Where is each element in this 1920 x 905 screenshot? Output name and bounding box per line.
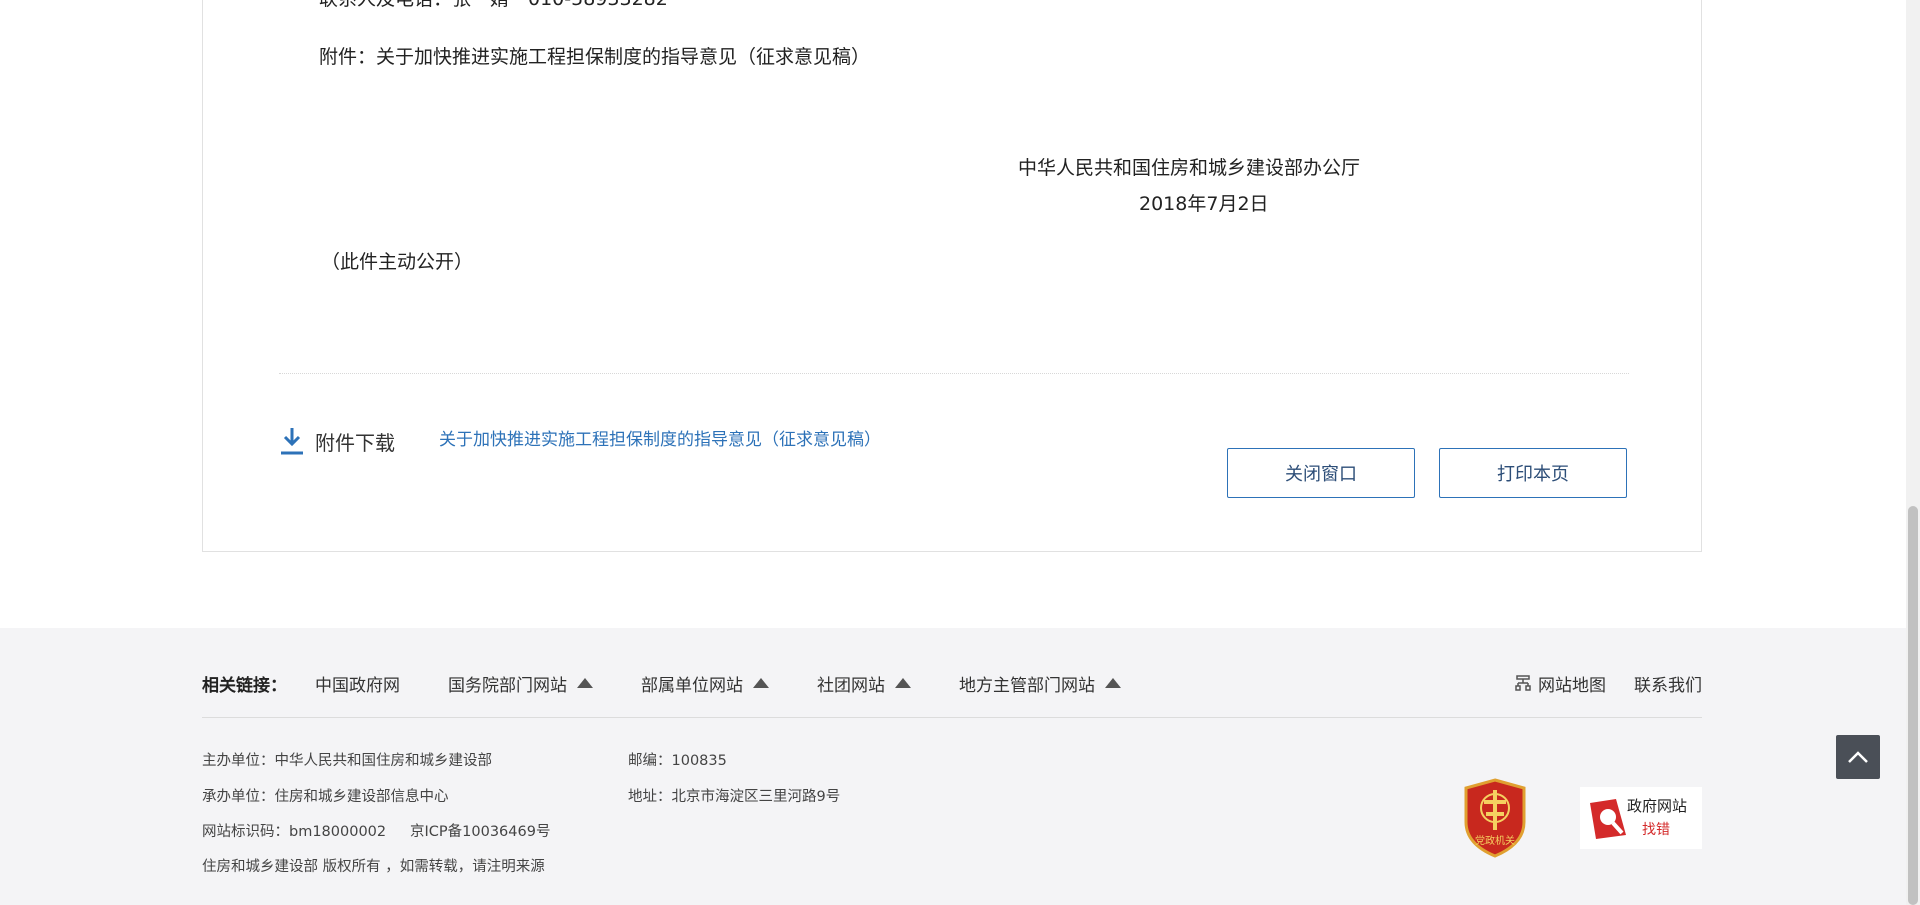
triangle-up-icon bbox=[1105, 678, 1121, 688]
address-info: 地址：北京市海淀区三里河路9号 bbox=[628, 789, 841, 805]
copyright-info: 住房和城乡建设部 版权所有 ，如需转载，请注明来源 bbox=[202, 859, 545, 875]
print-page-button[interactable]: 打印本页 bbox=[1439, 448, 1627, 498]
gov-badge-line1: 政府网站 bbox=[1627, 797, 1688, 815]
issue-date: 2018年7月2日 bbox=[1139, 193, 1269, 215]
postcode-info: 邮编：100835 bbox=[628, 753, 727, 769]
attachment-download: 附件下载 bbox=[279, 426, 395, 456]
footer-right-links: 网站地图 联系我们 bbox=[1514, 663, 1702, 703]
footer-divider bbox=[202, 717, 1702, 718]
magnifier-icon bbox=[1590, 799, 1626, 839]
gov-site-error-report-badge[interactable]: 政府网站 找错 bbox=[1580, 787, 1702, 849]
link-associations[interactable]: 社团网站 bbox=[817, 671, 911, 696]
scrollbar-thumb[interactable] bbox=[1908, 506, 1918, 905]
content-divider bbox=[279, 373, 1629, 374]
site-id-info: 网站标识码：bm18000002 bbox=[202, 824, 387, 840]
link-affiliated-units[interactable]: 部属单位网站 bbox=[641, 671, 769, 696]
link-china-gov[interactable]: 中国政府网 bbox=[315, 671, 400, 696]
gov-badge-line2: 找错 bbox=[1642, 822, 1670, 838]
organizer-info: 承办单位：住房和城乡建设部信息中心 bbox=[202, 789, 449, 805]
sponsor-info: 主办单位：中华人民共和国住房和城乡建设部 bbox=[202, 753, 492, 769]
attachment-link[interactable]: 关于加快推进实施工程担保制度的指导意见（征求意见稿） bbox=[439, 425, 881, 450]
contact-us-link[interactable]: 联系我们 bbox=[1634, 671, 1702, 696]
article-panel: 联系人及电话：张 婧 010-58933282 附件：关于加快推进实施工程担保制… bbox=[202, 0, 1702, 552]
chevron-up-icon bbox=[1848, 751, 1868, 763]
icp-link[interactable]: 京ICP备10036469号 bbox=[410, 820, 550, 841]
sitemap-link[interactable]: 网站地图 bbox=[1514, 671, 1606, 696]
link-state-council-sites[interactable]: 国务院部门网站 bbox=[448, 671, 593, 696]
publicity-note: （此件主动公开） bbox=[321, 251, 474, 273]
triangle-up-icon bbox=[895, 678, 911, 688]
svg-text:党政机关: 党政机关 bbox=[1475, 834, 1515, 847]
sitemap-icon bbox=[1515, 675, 1531, 691]
contact-line: 联系人及电话：张 婧 010-58933282 bbox=[319, 0, 668, 11]
link-local-authorities[interactable]: 地方主管部门网站 bbox=[959, 671, 1121, 696]
issuer-name: 中华人民共和国住房和城乡建设部办公厅 bbox=[1018, 157, 1361, 179]
download-icon bbox=[281, 428, 303, 455]
back-to-top-button[interactable] bbox=[1836, 735, 1880, 779]
related-links-bar: 相关链接： 中国政府网 国务院部门网站 部属单位网站 社团网站 地方主管部门网站… bbox=[202, 663, 1702, 703]
close-window-button[interactable]: 关闭窗口 bbox=[1227, 448, 1415, 498]
site-footer: 相关链接： 中国政府网 国务院部门网站 部属单位网站 社团网站 地方主管部门网站… bbox=[0, 628, 1920, 905]
attachment-line: 附件：关于加快推进实施工程担保制度的指导意见（征求意见稿） bbox=[319, 46, 871, 68]
triangle-up-icon bbox=[753, 678, 769, 688]
download-label: 附件下载 bbox=[315, 430, 395, 455]
related-links-title: 相关链接： bbox=[202, 675, 287, 696]
party-government-badge[interactable]: 党政机关 bbox=[1462, 778, 1528, 858]
triangle-up-icon bbox=[577, 678, 593, 688]
